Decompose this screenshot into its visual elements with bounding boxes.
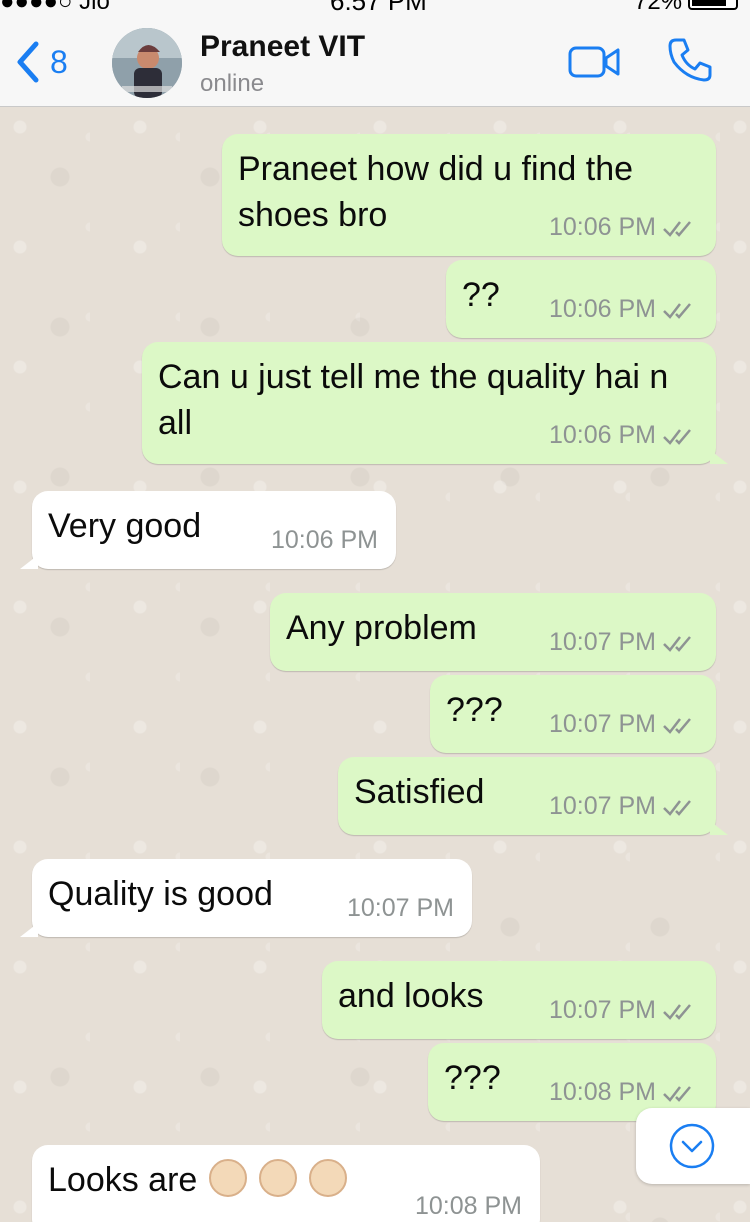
message-meta: 10:08 PM — [415, 1192, 522, 1221]
ok-hand-icon — [259, 1159, 298, 1198]
message-meta: 10:06 PM — [549, 421, 696, 450]
phone-icon — [668, 38, 712, 82]
double-check-icon — [663, 799, 691, 816]
video-call-button[interactable] — [568, 44, 622, 80]
message-bubble-outgoing[interactable]: ?? 10:06 PM — [446, 260, 716, 338]
message-meta: 10:06 PM — [271, 526, 378, 555]
double-check-icon — [663, 220, 691, 237]
message-time: 10:07 PM — [548, 710, 656, 738]
message-time: 10:06 PM — [548, 213, 656, 241]
message-bubble-outgoing[interactable]: Satisfied 10:07 PM — [338, 757, 728, 835]
message-time: 10:07 PM — [548, 628, 656, 656]
message-text: ??? — [446, 691, 503, 729]
chat-area[interactable]: Praneet how did u find the shoes bro 10:… — [0, 107, 750, 1222]
double-check-icon — [663, 635, 691, 652]
voice-call-button[interactable] — [666, 36, 714, 84]
message-text: Very good — [48, 507, 202, 545]
message-meta: 10:07 PM — [549, 628, 696, 657]
message-bubble-outgoing[interactable]: Any problem 10:07 PM — [270, 593, 716, 671]
message-meta: 10:06 PM — [549, 295, 696, 324]
message-bubble-incoming[interactable]: Quality is good 10:07 PM — [20, 859, 472, 937]
contact-status: online — [200, 70, 265, 97]
ok-hand-icon — [309, 1159, 348, 1198]
carrier-label: ●●●●○ Jio — [0, 0, 110, 14]
video-camera-icon — [568, 46, 620, 78]
message-meta: 10:07 PM — [549, 996, 696, 1025]
message-time: 10:07 PM — [548, 996, 656, 1024]
double-check-icon — [663, 1085, 691, 1102]
scroll-to-bottom-button[interactable] — [636, 1108, 750, 1184]
status-time: 6:57 PM — [330, 0, 427, 14]
message-bubble-outgoing[interactable]: and looks 10:07 PM — [322, 961, 716, 1039]
message-time: 10:07 PM — [548, 792, 656, 820]
message-time: 10:07 PM — [346, 894, 454, 922]
message-text: Any problem — [286, 609, 477, 647]
battery-percent: 72% — [634, 0, 683, 14]
message-meta: 10:07 PM — [549, 710, 696, 739]
message-meta: 10:08 PM — [549, 1078, 696, 1107]
message-text: ?? — [462, 276, 500, 314]
message-time: 10:06 PM — [270, 526, 378, 554]
chevron-left-icon — [17, 41, 39, 83]
message-bubble-incoming[interactable]: Very good 10:06 PM — [20, 491, 396, 569]
message-text: and looks — [338, 977, 484, 1015]
message-meta: 10:07 PM — [549, 792, 696, 821]
message-text: ??? — [444, 1059, 501, 1097]
status-bar: ●●●●○ Jio 6:57 PM 72% — [0, 0, 750, 14]
battery-icon — [688, 0, 738, 10]
message-bubble-incoming[interactable]: Looks are 10:08 PM — [32, 1145, 540, 1222]
double-check-icon — [663, 302, 691, 319]
message-meta: 10:06 PM — [549, 213, 696, 242]
profile-photo — [112, 28, 182, 98]
back-button[interactable]: 8 — [14, 40, 68, 84]
message-text: Quality is good — [48, 875, 273, 913]
unread-chats-count: 8 — [50, 43, 68, 80]
message-text: Looks are — [48, 1157, 348, 1203]
message-time: 10:08 PM — [414, 1192, 522, 1220]
ok-hand-icon — [209, 1159, 248, 1198]
message-bubble-outgoing[interactable]: Can u just tell me the quality hai n all… — [142, 342, 728, 464]
message-bubble-outgoing[interactable]: Praneet how did u find the shoes bro 10:… — [222, 134, 716, 256]
contact-name[interactable]: Praneet VIT — [200, 30, 365, 64]
double-check-icon — [663, 428, 691, 445]
message-time: 10:08 PM — [548, 1078, 656, 1106]
message-bubble-outgoing[interactable]: ??? 10:07 PM — [430, 675, 716, 753]
chevron-down-circle-icon — [669, 1123, 715, 1169]
avatar[interactable] — [112, 28, 182, 98]
double-check-icon — [663, 717, 691, 734]
double-check-icon — [663, 1003, 691, 1020]
message-time: 10:06 PM — [548, 295, 656, 323]
message-time: 10:06 PM — [548, 421, 656, 449]
chat-header: 8 Praneet VIT online — [0, 14, 750, 107]
message-text: Satisfied — [354, 773, 485, 811]
message-text-content: Looks are — [48, 1161, 198, 1199]
message-meta: 10:07 PM — [347, 894, 454, 923]
